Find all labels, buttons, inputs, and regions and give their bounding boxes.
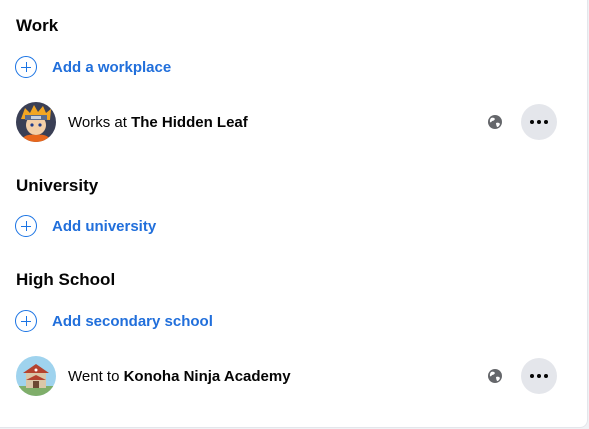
school-entry-prefix: Went to bbox=[68, 367, 120, 385]
school-avatar[interactable] bbox=[16, 356, 56, 396]
work-entry: Works at The Hidden Leaf bbox=[16, 102, 557, 142]
workplace-avatar[interactable] bbox=[16, 102, 56, 142]
add-secondary-school-button[interactable]: Add secondary school bbox=[15, 308, 213, 334]
school-entry: Went to Konoha Ninja Academy bbox=[16, 356, 557, 396]
high-school-heading: High School bbox=[16, 270, 116, 289]
plus-circle-icon bbox=[15, 310, 37, 332]
more-dots-icon bbox=[530, 374, 534, 378]
about-work-education-card: Work Add a workplace Works at The Hidden… bbox=[0, 0, 588, 428]
add-university-button[interactable]: Add university bbox=[15, 213, 156, 239]
globe-icon[interactable] bbox=[487, 114, 503, 130]
add-workplace-label: Add a workplace bbox=[52, 58, 172, 76]
work-more-options-button[interactable] bbox=[521, 104, 557, 140]
work-heading: Work bbox=[16, 16, 59, 35]
work-entry-text: Works at The Hidden Leaf bbox=[68, 114, 487, 131]
globe-icon[interactable] bbox=[487, 368, 503, 384]
school-more-options-button[interactable] bbox=[521, 358, 557, 394]
work-entry-prefix: Works at bbox=[68, 113, 127, 131]
add-university-label: Add university bbox=[52, 217, 157, 235]
more-dots-icon bbox=[530, 120, 534, 124]
plus-circle-icon bbox=[15, 215, 37, 237]
add-secondary-school-label: Add secondary school bbox=[52, 312, 213, 330]
university-heading: University bbox=[16, 176, 99, 195]
school-name-link[interactable]: Konoha Ninja Academy bbox=[124, 368, 291, 385]
add-workplace-button[interactable]: Add a workplace bbox=[15, 54, 171, 80]
plus-circle-icon bbox=[15, 56, 37, 78]
school-entry-text: Went to Konoha Ninja Academy bbox=[68, 368, 487, 385]
workplace-name-link[interactable]: The Hidden Leaf bbox=[131, 114, 248, 131]
